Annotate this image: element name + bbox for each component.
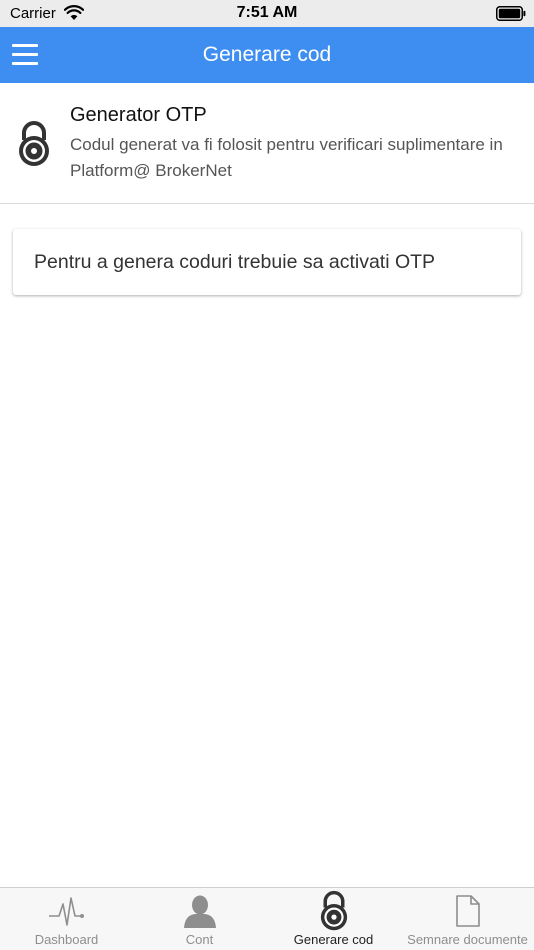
otp-description: Codul generat va fi folosit pentru verif… bbox=[70, 135, 503, 180]
status-time: 7:51 AM bbox=[236, 4, 298, 21]
document-icon bbox=[455, 895, 480, 927]
user-icon bbox=[183, 895, 216, 928]
status-bar: Carrier 7:51 AM bbox=[0, 0, 534, 27]
pulse-icon bbox=[48, 897, 84, 926]
otp-activation-message: Pentru a genera coduri trebuie sa activa… bbox=[34, 251, 436, 273]
battery-icon bbox=[496, 6, 526, 21]
page-title: Generare cod bbox=[202, 43, 332, 66]
otp-generator-header: Generator OTP Codul generat va fi folosi… bbox=[0, 83, 534, 204]
lock-icon bbox=[320, 890, 347, 931]
tab-label: Dashboard bbox=[34, 932, 99, 947]
combination-lock-icon bbox=[19, 121, 49, 166]
nav-bar: Generare cod bbox=[0, 27, 534, 83]
tab-dashboard[interactable]: Dashboard bbox=[0, 888, 133, 950]
otp-activation-card: Pentru a genera coduri trebuie sa activa… bbox=[13, 229, 521, 295]
tab-label: Cont bbox=[185, 932, 214, 947]
tab-label: Semnare documente bbox=[407, 932, 528, 947]
tab-bar: Dashboard Cont Generare cod Semnare docu… bbox=[0, 887, 534, 950]
tab-cont[interactable]: Cont bbox=[133, 888, 266, 950]
tab-label: Generare cod bbox=[293, 932, 374, 947]
tab-generare-cod[interactable]: Generare cod bbox=[266, 888, 401, 950]
otp-title: Generator OTP bbox=[70, 104, 207, 126]
tab-semnare-documente[interactable]: Semnare documente bbox=[401, 888, 534, 950]
